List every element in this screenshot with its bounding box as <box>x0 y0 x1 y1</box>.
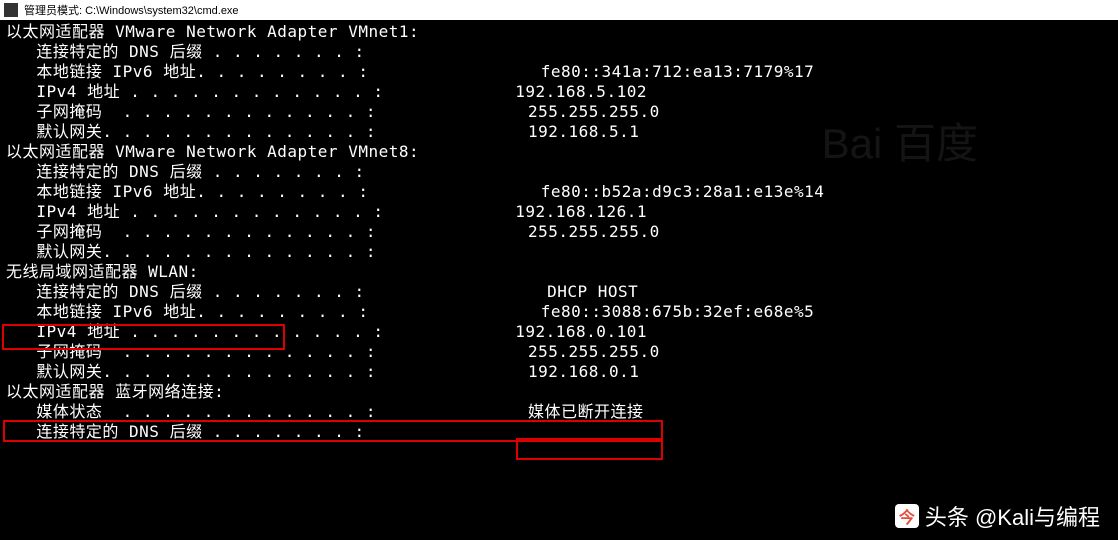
adapter-field: 默认网关. . . . . . . . . . . . . : <box>6 242 1112 262</box>
title-text: 管理员模式: C:\Windows\system32\cmd.exe <box>24 2 239 18</box>
watermark: 今 头条 @Kali与编程 <box>895 500 1100 532</box>
adapter-field: IPv4 地址 . . . . . . . . . . . . : 192.16… <box>6 202 1112 222</box>
watermark-text: 头条 @Kali与编程 <box>925 500 1100 532</box>
adapter-field: 连接特定的 DNS 后缀 . . . . . . . : DHCP HOST <box>6 282 1112 302</box>
adapter-field: 媒体状态 . . . . . . . . . . . . : 媒体已断开连接 <box>6 402 1112 422</box>
adapter-field: 连接特定的 DNS 后缀 . . . . . . . : <box>6 162 1112 182</box>
title-bar: 管理员模式: C:\Windows\system32\cmd.exe <box>0 0 1118 20</box>
adapter-field: 默认网关. . . . . . . . . . . . . : 192.168.… <box>6 122 1112 142</box>
adapter-header: 以太网适配器 VMware Network Adapter VMnet8: <box>6 142 1112 162</box>
adapter-field: 连接特定的 DNS 后缀 . . . . . . . : <box>6 422 1112 442</box>
adapter-field: 本地链接 IPv6 地址. . . . . . . . : fe80::b52a… <box>6 182 1112 202</box>
adapter-field: IPv4 地址 . . . . . . . . . . . . : 192.16… <box>6 82 1112 102</box>
adapter-header: 无线局域网适配器 WLAN: <box>6 262 1112 282</box>
adapter-field: 子网掩码 . . . . . . . . . . . . : 255.255.2… <box>6 102 1112 122</box>
adapter-field: 本地链接 IPv6 地址. . . . . . . . : fe80::341a… <box>6 62 1112 82</box>
adapter-field: 子网掩码 . . . . . . . . . . . . : 255.255.2… <box>6 222 1112 242</box>
terminal-output: 以太网适配器 VMware Network Adapter VMnet1: 连接… <box>0 20 1118 444</box>
adapter-field: 子网掩码 . . . . . . . . . . . . : 255.255.2… <box>6 342 1112 362</box>
adapter-header: 以太网适配器 VMware Network Adapter VMnet1: <box>6 22 1112 42</box>
adapter-field: 连接特定的 DNS 后缀 . . . . . . . : <box>6 42 1112 62</box>
toutiao-icon: 今 <box>895 504 919 528</box>
cmd-icon <box>4 3 18 17</box>
adapter-header: 以太网适配器 蓝牙网络连接: <box>6 382 1112 402</box>
adapter-field: 默认网关. . . . . . . . . . . . . : 192.168.… <box>6 362 1112 382</box>
adapter-field: 本地链接 IPv6 地址. . . . . . . . : fe80::3088… <box>6 302 1112 322</box>
adapter-field: IPv4 地址 . . . . . . . . . . . . : 192.16… <box>6 322 1112 342</box>
